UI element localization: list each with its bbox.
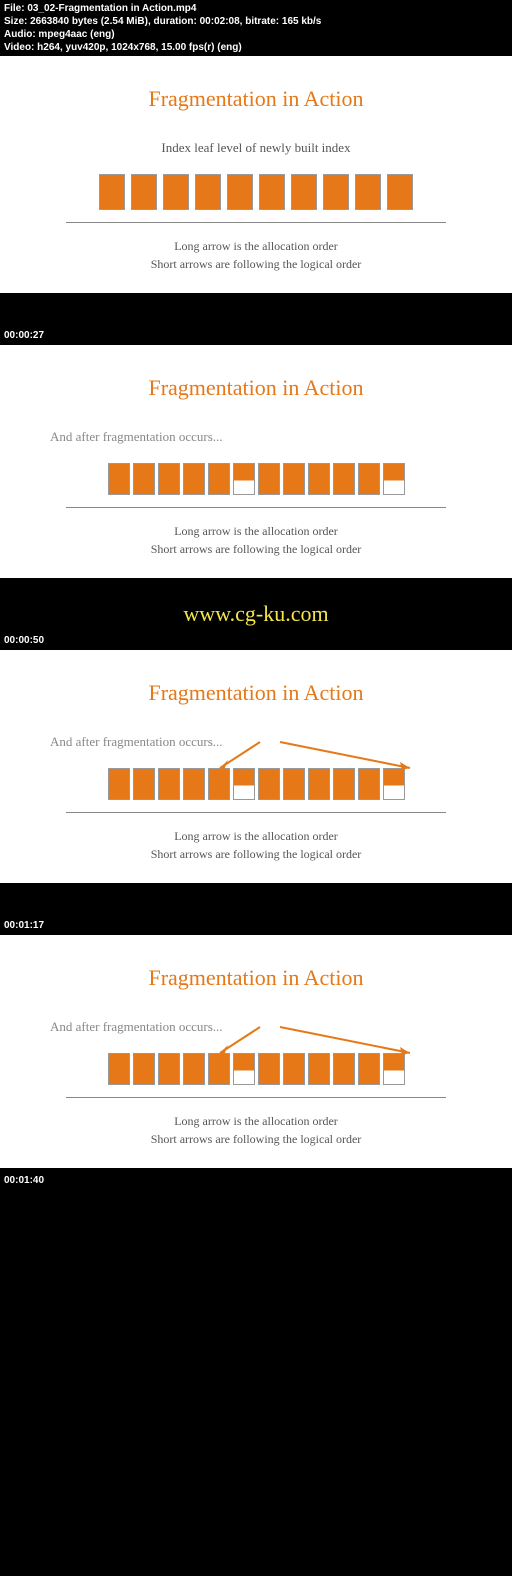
slide-title: Fragmentation in Action <box>20 965 492 991</box>
index-page-block <box>227 174 253 210</box>
slide-caption: Long arrow is the allocation order Short… <box>20 1112 492 1148</box>
index-page-block <box>158 1053 180 1085</box>
index-page-block <box>323 174 349 210</box>
timestamp-label: 00:01:40 <box>4 1175 44 1186</box>
allocation-arrow-line <box>66 507 446 508</box>
timestamp-label: 00:01:17 <box>4 920 44 931</box>
index-page-block <box>108 768 130 800</box>
index-page-block-half <box>233 1053 255 1085</box>
index-page-block <box>259 174 285 210</box>
slide-title: Fragmentation in Action <box>20 680 492 706</box>
index-page-block <box>183 1053 205 1085</box>
index-page-block <box>258 1053 280 1085</box>
file-info-line: Audio: mpeg4aac (eng) <box>4 28 508 41</box>
caption-line: Short arrows are following the logical o… <box>20 845 492 863</box>
slide-subtitle: And after fragmentation occurs... <box>50 1019 492 1035</box>
index-page-block <box>387 174 413 210</box>
index-page-block <box>131 174 157 210</box>
index-page-block <box>333 768 355 800</box>
watermark-band: www.cg-ku.com 00:00:50 <box>0 578 512 650</box>
index-blocks-row <box>20 1053 492 1085</box>
caption-line: Short arrows are following the logical o… <box>20 540 492 558</box>
index-page-block <box>158 463 180 495</box>
allocation-arrow-line <box>66 222 446 223</box>
file-info-header: File: 03_02-Fragmentation in Action.mp4 … <box>0 0 512 56</box>
index-page-block <box>108 1053 130 1085</box>
caption-line: Short arrows are following the logical o… <box>20 255 492 273</box>
index-page-block <box>308 768 330 800</box>
index-page-block <box>183 768 205 800</box>
index-page-block <box>333 1053 355 1085</box>
caption-line: Short arrows are following the logical o… <box>20 1130 492 1148</box>
index-page-block <box>358 463 380 495</box>
index-page-block-half <box>383 768 405 800</box>
index-page-block <box>133 463 155 495</box>
index-page-block <box>291 174 317 210</box>
index-page-block <box>283 768 305 800</box>
file-info-line: File: 03_02-Fragmentation in Action.mp4 <box>4 2 508 15</box>
index-page-block <box>183 463 205 495</box>
slide-title: Fragmentation in Action <box>20 86 492 112</box>
caption-line: Long arrow is the allocation order <box>20 237 492 255</box>
divider-band: 00:01:17 <box>0 883 512 935</box>
index-page-block <box>208 463 230 495</box>
index-page-block <box>358 768 380 800</box>
timestamp-label: 00:00:27 <box>4 330 44 341</box>
index-page-block <box>99 174 125 210</box>
index-page-block <box>133 768 155 800</box>
timestamp-label: 00:00:50 <box>4 635 44 646</box>
index-page-block-half <box>233 463 255 495</box>
index-blocks-row <box>20 174 492 210</box>
index-page-block <box>108 463 130 495</box>
watermark-text: www.cg-ku.com <box>183 601 328 627</box>
index-page-block <box>283 1053 305 1085</box>
index-page-block <box>163 174 189 210</box>
allocation-arrow-line <box>66 1097 446 1098</box>
slide-title: Fragmentation in Action <box>20 375 492 401</box>
slide-1: Fragmentation in Action Index leaf level… <box>0 56 512 293</box>
file-info-line: Video: h264, yuv420p, 1024x768, 15.00 fp… <box>4 41 508 54</box>
index-page-block <box>258 463 280 495</box>
index-page-block-half <box>233 768 255 800</box>
index-page-block <box>195 174 221 210</box>
index-page-block <box>208 1053 230 1085</box>
slide-3: Fragmentation in Action And after fragme… <box>0 650 512 883</box>
index-blocks-row <box>20 768 492 800</box>
slide-caption: Long arrow is the allocation order Short… <box>20 522 492 558</box>
index-page-block <box>158 768 180 800</box>
file-info-line: Size: 2663840 bytes (2.54 MiB), duration… <box>4 15 508 28</box>
divider-band: 00:00:27 <box>0 293 512 345</box>
index-page-block <box>355 174 381 210</box>
divider-band: 00:01:40 <box>0 1168 512 1190</box>
index-blocks-row <box>20 463 492 495</box>
index-page-block <box>358 1053 380 1085</box>
caption-line: Long arrow is the allocation order <box>20 1112 492 1130</box>
slide-subtitle: Index leaf level of newly built index <box>20 140 492 156</box>
allocation-arrow-line <box>66 812 446 813</box>
slide-2: Fragmentation in Action And after fragme… <box>0 345 512 578</box>
caption-line: Long arrow is the allocation order <box>20 827 492 845</box>
index-page-block-half <box>383 463 405 495</box>
slide-caption: Long arrow is the allocation order Short… <box>20 827 492 863</box>
index-page-block-half <box>383 1053 405 1085</box>
index-page-block <box>308 463 330 495</box>
index-page-block <box>283 463 305 495</box>
slide-subtitle: And after fragmentation occurs... <box>50 429 492 445</box>
index-page-block <box>133 1053 155 1085</box>
index-page-block <box>333 463 355 495</box>
index-page-block <box>258 768 280 800</box>
index-page-block <box>308 1053 330 1085</box>
slide-subtitle: And after fragmentation occurs... <box>50 734 492 750</box>
slide-caption: Long arrow is the allocation order Short… <box>20 237 492 273</box>
index-page-block <box>208 768 230 800</box>
caption-line: Long arrow is the allocation order <box>20 522 492 540</box>
slide-4: Fragmentation in Action And after fragme… <box>0 935 512 1168</box>
